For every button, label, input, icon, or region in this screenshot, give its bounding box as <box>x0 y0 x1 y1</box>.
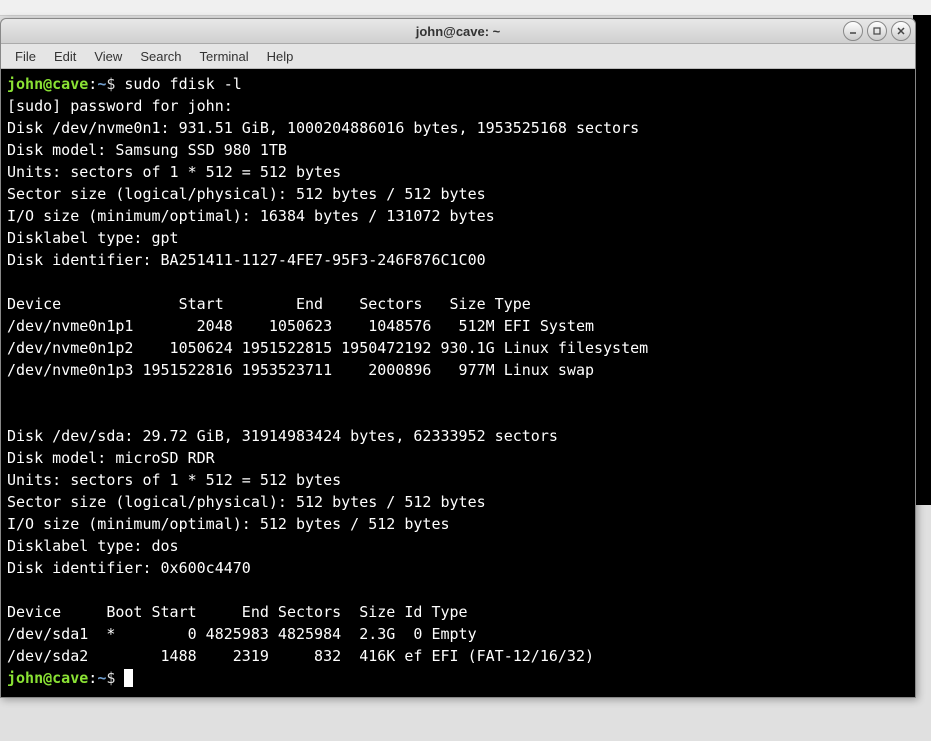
menu-search[interactable]: Search <box>132 47 189 66</box>
menubar: File Edit View Search Terminal Help <box>1 44 915 69</box>
maximize-icon <box>872 26 882 36</box>
output-disk2-model: Disk model: microSD RDR <box>7 449 215 467</box>
output-disk1-part2: /dev/nvme0n1p2 1050624 1951522815 195047… <box>7 339 648 357</box>
close-button[interactable] <box>891 21 911 41</box>
close-icon <box>896 26 906 36</box>
output-disk1-model: Disk model: Samsung SSD 980 1TB <box>7 141 287 159</box>
output-disk1-labeltype: Disklabel type: gpt <box>7 229 179 247</box>
minimize-icon <box>848 26 858 36</box>
output-disk1-summary: Disk /dev/nvme0n1: 931.51 GiB, 100020488… <box>7 119 639 137</box>
output-disk2-labeltype: Disklabel type: dos <box>7 537 179 555</box>
output-disk1-identifier: Disk identifier: BA251411-1127-4FE7-95F3… <box>7 251 486 269</box>
prompt2-at: @ <box>43 669 52 687</box>
cursor <box>124 669 133 687</box>
terminal-area[interactable]: john@cave:~$ sudo fdisk -l [sudo] passwo… <box>1 69 915 697</box>
output-disk1-units: Units: sectors of 1 * 512 = 512 bytes <box>7 163 341 181</box>
output-disk2-summary: Disk /dev/sda: 29.72 GiB, 31914983424 by… <box>7 427 558 445</box>
terminal-window: john@cave: ~ File Edit View Search Termi… <box>0 18 916 698</box>
prompt2-host: cave <box>52 669 88 687</box>
output-disk2-units: Units: sectors of 1 * 512 = 512 bytes <box>7 471 341 489</box>
minimize-button[interactable] <box>843 21 863 41</box>
command-1: sudo fdisk -l <box>124 75 241 93</box>
output-disk2-part2: /dev/sda2 1488 2319 832 416K ef EFI (FAT… <box>7 647 594 665</box>
menu-terminal[interactable]: Terminal <box>192 47 257 66</box>
prompt2-dollar: $ <box>106 669 124 687</box>
output-disk2-part1: /dev/sda1 * 0 4825983 4825984 2.3G 0 Emp… <box>7 625 477 643</box>
window-title: john@cave: ~ <box>1 24 915 39</box>
maximize-button[interactable] <box>867 21 887 41</box>
output-disk1-sectorsize: Sector size (logical/physical): 512 byte… <box>7 185 486 203</box>
output-disk1-part3: /dev/nvme0n1p3 1951522816 1953523711 200… <box>7 361 594 379</box>
prompt2-colon: : <box>88 669 97 687</box>
prompt2-path: ~ <box>97 669 106 687</box>
prompt-path: ~ <box>97 75 106 93</box>
menu-file[interactable]: File <box>7 47 44 66</box>
output-disk2-header: Device Boot Start End Sectors Size Id Ty… <box>7 603 468 621</box>
output-disk2-sectorsize: Sector size (logical/physical): 512 byte… <box>7 493 486 511</box>
prompt-at: @ <box>43 75 52 93</box>
output-disk2-iosize: I/O size (minimum/optimal): 512 bytes / … <box>7 515 450 533</box>
menu-help[interactable]: Help <box>259 47 302 66</box>
output-disk2-identifier: Disk identifier: 0x600c4470 <box>7 559 251 577</box>
menu-view[interactable]: View <box>86 47 130 66</box>
prompt2-user: john <box>7 669 43 687</box>
output-disk1-header: Device Start End Sectors Size Type <box>7 295 531 313</box>
output-sudo-prompt: [sudo] password for john: <box>7 97 233 115</box>
window-controls <box>843 21 911 41</box>
output-disk1-part1: /dev/nvme0n1p1 2048 1050623 1048576 512M… <box>7 317 594 335</box>
prompt-colon: : <box>88 75 97 93</box>
prompt-user: john <box>7 75 43 93</box>
menu-edit[interactable]: Edit <box>46 47 84 66</box>
prompt-host: cave <box>52 75 88 93</box>
output-disk1-iosize: I/O size (minimum/optimal): 16384 bytes … <box>7 207 495 225</box>
prompt-dollar: $ <box>106 75 124 93</box>
titlebar[interactable]: john@cave: ~ <box>1 19 915 44</box>
desktop-toolbar-fragment <box>0 0 931 16</box>
